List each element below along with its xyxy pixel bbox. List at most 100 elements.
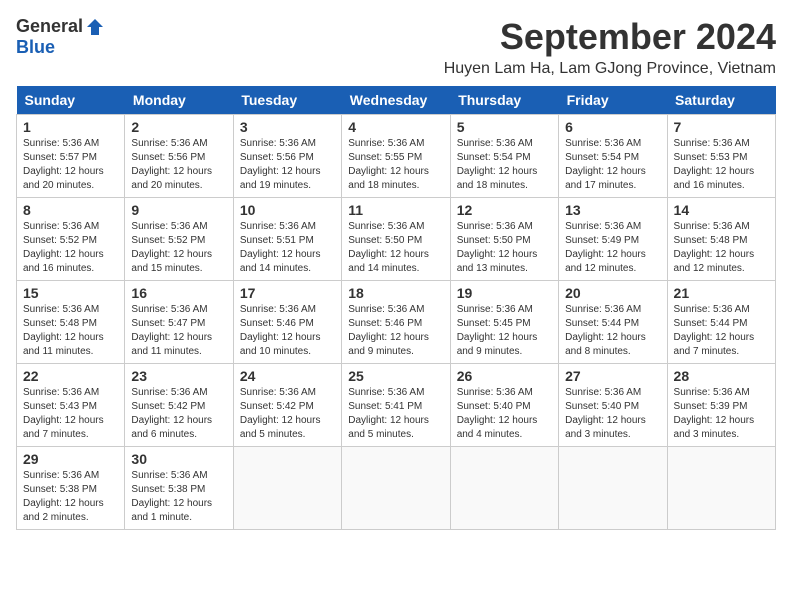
day-info: Sunrise: 5:36 AMSunset: 5:39 PMDaylight:… (674, 387, 755, 440)
table-row: 3 Sunrise: 5:36 AMSunset: 5:56 PMDayligh… (233, 115, 341, 198)
day-number: 23 (131, 368, 226, 384)
header-wednesday: Wednesday (342, 86, 450, 115)
table-row: 20 Sunrise: 5:36 AMSunset: 5:44 PMDaylig… (559, 281, 667, 364)
day-info: Sunrise: 5:36 AMSunset: 5:41 PMDaylight:… (348, 387, 429, 440)
logo-general: General (16, 16, 83, 37)
table-row: 18 Sunrise: 5:36 AMSunset: 5:46 PMDaylig… (342, 281, 450, 364)
day-number: 29 (23, 451, 118, 467)
day-number: 1 (23, 119, 118, 135)
table-row: 13 Sunrise: 5:36 AMSunset: 5:49 PMDaylig… (559, 198, 667, 281)
header-monday: Monday (125, 86, 233, 115)
table-row: 25 Sunrise: 5:36 AMSunset: 5:41 PMDaylig… (342, 364, 450, 447)
day-number: 30 (131, 451, 226, 467)
day-info: Sunrise: 5:36 AMSunset: 5:52 PMDaylight:… (131, 221, 212, 274)
calendar-row: 22 Sunrise: 5:36 AMSunset: 5:43 PMDaylig… (17, 364, 776, 447)
calendar-table: Sunday Monday Tuesday Wednesday Thursday… (16, 86, 776, 530)
day-number: 3 (240, 119, 335, 135)
day-info: Sunrise: 5:36 AMSunset: 5:38 PMDaylight:… (23, 470, 104, 523)
table-row: 5 Sunrise: 5:36 AMSunset: 5:54 PMDayligh… (450, 115, 558, 198)
table-row: 19 Sunrise: 5:36 AMSunset: 5:45 PMDaylig… (450, 281, 558, 364)
day-number: 26 (457, 368, 552, 384)
header-row: Sunday Monday Tuesday Wednesday Thursday… (17, 86, 776, 115)
day-info: Sunrise: 5:36 AMSunset: 5:46 PMDaylight:… (348, 304, 429, 357)
day-number: 8 (23, 202, 118, 218)
day-info: Sunrise: 5:36 AMSunset: 5:42 PMDaylight:… (131, 387, 212, 440)
table-row (342, 447, 450, 530)
day-info: Sunrise: 5:36 AMSunset: 5:47 PMDaylight:… (131, 304, 212, 357)
day-info: Sunrise: 5:36 AMSunset: 5:57 PMDaylight:… (23, 138, 104, 191)
calendar-row: 8 Sunrise: 5:36 AMSunset: 5:52 PMDayligh… (17, 198, 776, 281)
day-info: Sunrise: 5:36 AMSunset: 5:38 PMDaylight:… (131, 470, 212, 523)
table-row (233, 447, 341, 530)
day-info: Sunrise: 5:36 AMSunset: 5:51 PMDaylight:… (240, 221, 321, 274)
calendar-row: 15 Sunrise: 5:36 AMSunset: 5:48 PMDaylig… (17, 281, 776, 364)
table-row: 8 Sunrise: 5:36 AMSunset: 5:52 PMDayligh… (17, 198, 125, 281)
day-info: Sunrise: 5:36 AMSunset: 5:49 PMDaylight:… (565, 221, 646, 274)
day-number: 6 (565, 119, 660, 135)
header-thursday: Thursday (450, 86, 558, 115)
day-number: 16 (131, 285, 226, 301)
day-info: Sunrise: 5:36 AMSunset: 5:44 PMDaylight:… (674, 304, 755, 357)
header-saturday: Saturday (667, 86, 775, 115)
day-number: 4 (348, 119, 443, 135)
table-row: 7 Sunrise: 5:36 AMSunset: 5:53 PMDayligh… (667, 115, 775, 198)
day-number: 27 (565, 368, 660, 384)
logo-icon (85, 17, 105, 37)
day-info: Sunrise: 5:36 AMSunset: 5:52 PMDaylight:… (23, 221, 104, 274)
table-row: 30 Sunrise: 5:36 AMSunset: 5:38 PMDaylig… (125, 447, 233, 530)
title-area: September 2024 Huyen Lam Ha, Lam GJong P… (125, 16, 776, 78)
day-number: 21 (674, 285, 769, 301)
subtitle: Huyen Lam Ha, Lam GJong Province, Vietna… (125, 60, 776, 78)
day-info: Sunrise: 5:36 AMSunset: 5:50 PMDaylight:… (348, 221, 429, 274)
table-row: 23 Sunrise: 5:36 AMSunset: 5:42 PMDaylig… (125, 364, 233, 447)
table-row: 10 Sunrise: 5:36 AMSunset: 5:51 PMDaylig… (233, 198, 341, 281)
table-row: 29 Sunrise: 5:36 AMSunset: 5:38 PMDaylig… (17, 447, 125, 530)
table-row: 14 Sunrise: 5:36 AMSunset: 5:48 PMDaylig… (667, 198, 775, 281)
day-info: Sunrise: 5:36 AMSunset: 5:53 PMDaylight:… (674, 138, 755, 191)
table-row: 4 Sunrise: 5:36 AMSunset: 5:55 PMDayligh… (342, 115, 450, 198)
header-tuesday: Tuesday (233, 86, 341, 115)
day-number: 17 (240, 285, 335, 301)
day-number: 22 (23, 368, 118, 384)
table-row: 21 Sunrise: 5:36 AMSunset: 5:44 PMDaylig… (667, 281, 775, 364)
day-info: Sunrise: 5:36 AMSunset: 5:56 PMDaylight:… (240, 138, 321, 191)
day-number: 9 (131, 202, 226, 218)
table-row: 2 Sunrise: 5:36 AMSunset: 5:56 PMDayligh… (125, 115, 233, 198)
day-number: 14 (674, 202, 769, 218)
table-row (667, 447, 775, 530)
day-info: Sunrise: 5:36 AMSunset: 5:56 PMDaylight:… (131, 138, 212, 191)
table-row: 12 Sunrise: 5:36 AMSunset: 5:50 PMDaylig… (450, 198, 558, 281)
table-row: 24 Sunrise: 5:36 AMSunset: 5:42 PMDaylig… (233, 364, 341, 447)
day-number: 28 (674, 368, 769, 384)
day-info: Sunrise: 5:36 AMSunset: 5:50 PMDaylight:… (457, 221, 538, 274)
day-info: Sunrise: 5:36 AMSunset: 5:40 PMDaylight:… (457, 387, 538, 440)
day-info: Sunrise: 5:36 AMSunset: 5:48 PMDaylight:… (23, 304, 104, 357)
table-row: 6 Sunrise: 5:36 AMSunset: 5:54 PMDayligh… (559, 115, 667, 198)
day-number: 2 (131, 119, 226, 135)
header-sunday: Sunday (17, 86, 125, 115)
table-row: 9 Sunrise: 5:36 AMSunset: 5:52 PMDayligh… (125, 198, 233, 281)
table-row: 27 Sunrise: 5:36 AMSunset: 5:40 PMDaylig… (559, 364, 667, 447)
logo-blue: Blue (16, 37, 55, 58)
day-number: 7 (674, 119, 769, 135)
table-row: 22 Sunrise: 5:36 AMSunset: 5:43 PMDaylig… (17, 364, 125, 447)
table-row: 16 Sunrise: 5:36 AMSunset: 5:47 PMDaylig… (125, 281, 233, 364)
table-row: 17 Sunrise: 5:36 AMSunset: 5:46 PMDaylig… (233, 281, 341, 364)
day-info: Sunrise: 5:36 AMSunset: 5:55 PMDaylight:… (348, 138, 429, 191)
logo: General Blue (16, 16, 105, 58)
day-number: 20 (565, 285, 660, 301)
day-info: Sunrise: 5:36 AMSunset: 5:40 PMDaylight:… (565, 387, 646, 440)
day-number: 15 (23, 285, 118, 301)
day-number: 18 (348, 285, 443, 301)
day-number: 5 (457, 119, 552, 135)
month-title: September 2024 (125, 16, 776, 58)
day-info: Sunrise: 5:36 AMSunset: 5:48 PMDaylight:… (674, 221, 755, 274)
table-row: 28 Sunrise: 5:36 AMSunset: 5:39 PMDaylig… (667, 364, 775, 447)
table-row (559, 447, 667, 530)
table-row (450, 447, 558, 530)
calendar-row: 1 Sunrise: 5:36 AMSunset: 5:57 PMDayligh… (17, 115, 776, 198)
header: General Blue September 2024 Huyen Lam Ha… (16, 16, 776, 78)
day-info: Sunrise: 5:36 AMSunset: 5:42 PMDaylight:… (240, 387, 321, 440)
table-row: 11 Sunrise: 5:36 AMSunset: 5:50 PMDaylig… (342, 198, 450, 281)
table-row: 15 Sunrise: 5:36 AMSunset: 5:48 PMDaylig… (17, 281, 125, 364)
